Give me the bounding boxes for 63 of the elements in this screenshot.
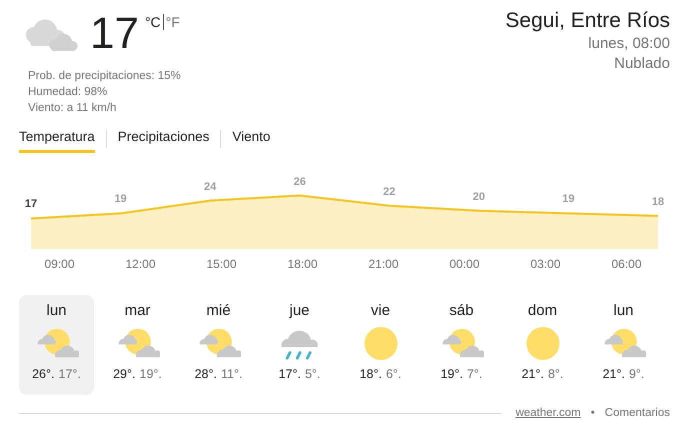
condition-text: Nublado bbox=[613, 54, 670, 74]
day-forecast[interactable]: mié 28°. 11°. bbox=[181, 295, 256, 395]
unit-toggle[interactable]: °F bbox=[166, 14, 180, 30]
high-temperature: 21°. bbox=[602, 367, 625, 381]
weather-detail: Prob. de precipitaciones: 15% bbox=[28, 69, 181, 84]
low-temperature: 19°. bbox=[140, 367, 162, 381]
day-forecast[interactable]: lun 26°. 17°. bbox=[19, 295, 94, 395]
time-label: 15:00 bbox=[206, 257, 237, 273]
day-name: dom bbox=[528, 302, 558, 319]
day-name: mar bbox=[124, 302, 150, 319]
temperature-label: 26 bbox=[294, 176, 306, 188]
current-temperature: 17 bbox=[90, 8, 139, 60]
time-label: 00:00 bbox=[449, 257, 480, 273]
source-link[interactable]: weather.com bbox=[516, 407, 581, 419]
date-time: lunes, 08:00 bbox=[587, 34, 670, 54]
low-temperature: 17°. bbox=[58, 367, 81, 381]
day-name: lun bbox=[613, 302, 634, 319]
time-label: 03:00 bbox=[530, 257, 561, 273]
day-name: mié bbox=[206, 302, 231, 319]
temperature-label: 24 bbox=[204, 180, 216, 193]
feedback-link[interactable]: Comentarios bbox=[604, 407, 670, 419]
time-label: 09:00 bbox=[44, 257, 75, 273]
high-temperature: 18°. bbox=[360, 367, 382, 381]
day-forecast[interactable]: lun 21°. 9°. bbox=[586, 295, 661, 395]
unit-toggle[interactable]: °C bbox=[144, 14, 161, 30]
day-forecast[interactable]: mar 29°. 19°. bbox=[100, 295, 175, 395]
low-temperature: 6°. bbox=[386, 367, 402, 381]
high-temperature: 17°. bbox=[278, 367, 301, 381]
time-label: 06:00 bbox=[611, 257, 642, 273]
location-name: Segui, Entre Ríos bbox=[505, 8, 670, 34]
low-temperature: 11°. bbox=[220, 367, 242, 381]
temperature-label: 22 bbox=[383, 186, 396, 198]
low-temperature: 5°. bbox=[304, 367, 320, 381]
temperature-label: 17 bbox=[24, 198, 38, 210]
day-forecast[interactable]: dom 21°. 8°. bbox=[505, 295, 580, 395]
day-name: vie bbox=[370, 302, 390, 319]
day-name: jue bbox=[289, 302, 310, 319]
tab[interactable]: Precipitaciones bbox=[118, 124, 210, 153]
day-forecast[interactable]: jue 17°. 5°. bbox=[262, 295, 337, 395]
temperature-label: 18 bbox=[652, 196, 664, 208]
day-name: lun bbox=[46, 302, 67, 319]
time-label: 21:00 bbox=[368, 257, 399, 273]
temperature-label: 19 bbox=[114, 193, 127, 206]
weather-detail: Humedad: 98% bbox=[28, 85, 108, 100]
time-label: 18:00 bbox=[287, 257, 318, 273]
tab[interactable]: Temperatura bbox=[19, 124, 95, 153]
separator-dot: • bbox=[590, 407, 595, 419]
day-forecast[interactable]: sáb 19°. 7°. bbox=[424, 295, 499, 395]
low-temperature: 8°. bbox=[548, 367, 564, 381]
high-temperature: 26°. bbox=[32, 367, 54, 381]
day-forecast[interactable]: vie 18°. 6°. bbox=[343, 295, 418, 395]
high-temperature: 28°. bbox=[194, 367, 217, 381]
high-temperature: 29°. bbox=[113, 367, 136, 381]
low-temperature: 7°. bbox=[466, 367, 482, 381]
low-temperature: 9°. bbox=[628, 367, 644, 381]
high-temperature: 21°. bbox=[522, 367, 544, 381]
day-name: sáb bbox=[449, 302, 474, 319]
high-temperature: 19°. bbox=[440, 367, 463, 381]
tab[interactable]: Viento bbox=[232, 124, 270, 153]
weather-detail: Viento: a 11 km/h bbox=[28, 101, 118, 116]
time-label: 12:00 bbox=[125, 257, 156, 273]
temperature-label: 20 bbox=[472, 190, 485, 203]
temperature-label: 19 bbox=[562, 193, 575, 206]
